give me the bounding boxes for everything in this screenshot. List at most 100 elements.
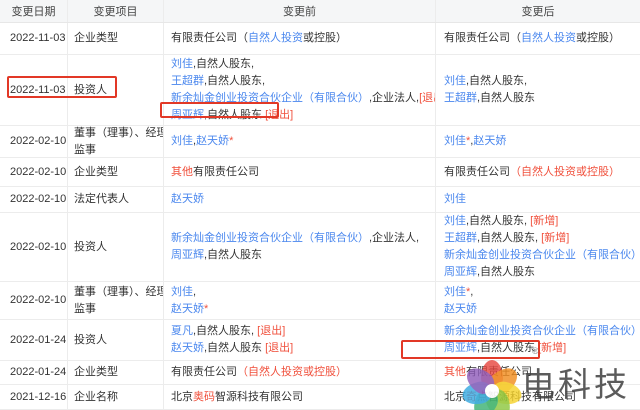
entity-link[interactable]: 赵天娇 (444, 303, 477, 315)
text-segment: ,自然人股东 (477, 266, 536, 278)
change-tag: [新增] (530, 215, 559, 227)
entity-link[interactable]: 新余灿金创业投资合伙企业（有限合伙） (171, 92, 369, 104)
entity-link[interactable]: 新余灿金创业投资合伙企业（有限合伙） (444, 325, 640, 337)
after-change-cell: 刘佳*,赵天娇 (435, 282, 640, 319)
text-segment: ,自然人股东, (466, 215, 531, 227)
change-tag: [退出] (419, 92, 435, 104)
text-segment: ,自然人股东, (193, 325, 258, 337)
entity-link[interactable]: 赵天娇 (196, 135, 229, 147)
text-segment: 或控股） (576, 32, 620, 44)
change-item-cell: 投资人 (67, 213, 163, 281)
change-date-cell: 2022-02-10 (10, 240, 67, 253)
after-change-cell: 有限责任公司（自然人投资或控股） (435, 23, 640, 54)
text-segment: 有限责任公司 (171, 366, 237, 378)
text-segment: ,自然人股东, (193, 58, 255, 70)
entity-link[interactable]: 周亚辉 (444, 266, 477, 278)
change-item-cell: 企业名称 (67, 385, 163, 409)
change-date-cell: 2021-12-16 (10, 390, 67, 403)
table-header-row: 变更日期 变更项目 变更前 变更后 (0, 0, 640, 23)
change-item-cell: 投资人 (67, 55, 163, 125)
watermark-center (485, 384, 499, 398)
change-date-cell: 2022-02-10 (10, 165, 67, 178)
column-header: 变更项目 (67, 0, 163, 22)
table-row: 2022-02-10董事（理事）、经理、监事刘佳,赵天娇*刘佳*,赵天娇 (0, 126, 640, 158)
change-date-cell: 2022-01-24 (10, 333, 67, 346)
entity-link[interactable]: 刘佳 (444, 286, 466, 298)
entity-link[interactable]: 周亚辉 (171, 109, 204, 121)
entity-link[interactable]: 新余灿金创业投资合伙企业（有限合伙） (444, 249, 640, 261)
after-change-cell: 刘佳*,赵天娇 (435, 126, 640, 157)
entity-link[interactable]: 自然人投资 (248, 32, 303, 44)
change-date-cell: 2022-11-03 (10, 32, 66, 44)
text-segment: 智源科技有限公司 (215, 390, 303, 403)
text-segment: ,企业法人, (369, 92, 420, 104)
after-change-cell: 刘佳,自然人股东, [新增] 王超群,自然人股东, [新增] 新余灿金创业投资合伙企… (435, 213, 640, 281)
text-segment: ,自然人股东, (477, 232, 542, 244)
text-segment: 有限责任公司 (444, 165, 510, 178)
text-segment: ,自然人股东 (477, 342, 539, 354)
change-tag: * (204, 302, 209, 315)
entity-link[interactable]: 周亚辉 (171, 249, 204, 261)
text-segment: ,自然人股东 (204, 249, 263, 261)
registered-trademark-icon: ® (532, 346, 539, 356)
table-row: 2022-01-24 投资人 夏凡,自然人股东, [退出] 赵天娇,自然人股东 [退出… (0, 320, 640, 361)
entity-link[interactable]: 刘佳 (444, 193, 466, 205)
change-date-cell: 2022-02-10 (10, 193, 67, 205)
entity-link[interactable]: 刘佳 (444, 135, 466, 147)
change-item-cell: 董事（理事）、经理、监事 (67, 126, 163, 157)
watermark-brand-text: 电科技 (522, 366, 630, 403)
change-date-cell: 2022-11-03 (10, 83, 66, 96)
column-header: 变更日期 (11, 6, 56, 18)
entity-link[interactable]: 王超群 (444, 92, 477, 104)
before-change-cell: 赵天娇 (163, 187, 435, 212)
text-segment: ,企业法人, (369, 232, 420, 244)
table-row: 2022-02-10 企业类型 其他有限责任公司 有限责任公司（自然人投资或控股） (0, 158, 640, 187)
text-segment: ,自然人股东, (204, 75, 266, 87)
table-row: 2022-02-10 法定代表人 赵天娇 刘佳 (0, 187, 640, 213)
change-date-cell: 2022-01-24 (10, 366, 67, 378)
after-change-cell: 刘佳 (435, 187, 640, 212)
entity-link[interactable]: 刘佳 (171, 58, 193, 70)
change-item-cell: 董事（理事）、经理、监事 (67, 282, 163, 319)
text-segment: , (193, 285, 197, 298)
text-segment: ,自然人股东, (466, 75, 528, 87)
after-change-cell: 有限责任公司（自然人投资或控股） (435, 158, 640, 186)
entity-link[interactable]: 自然人投资 (521, 32, 576, 44)
before-change-cell: 有限责任公司（自然人投资或控股） (163, 361, 435, 384)
entity-link[interactable]: 赵天娇 (171, 303, 204, 315)
before-change-cell: 有限责任公司（自然人投资或控股） (163, 23, 435, 54)
after-change-cell: 刘佳,自然人股东, 王超群,自然人股东 (435, 55, 640, 125)
change-tag: 其他 (171, 165, 193, 178)
entity-link[interactable]: 赵天娇 (473, 135, 506, 147)
change-tag: （自然人投资或控股） (510, 165, 620, 178)
entity-link[interactable]: 王超群 (444, 232, 477, 244)
text-segment: , (470, 285, 474, 298)
entity-link[interactable]: 刘佳 (444, 215, 466, 227)
entity-link[interactable]: 刘佳 (171, 135, 193, 147)
text-segment: 或控股） (303, 32, 347, 44)
entity-link[interactable]: 刘佳 (171, 286, 193, 298)
entity-link[interactable]: 新余灿金创业投资合伙企业（有限合伙） (171, 232, 369, 244)
text-segment: 有限责任公司 (193, 165, 259, 178)
text-segment: 北京 (171, 390, 193, 403)
entity-link[interactable]: 刘佳 (444, 75, 466, 87)
change-tag: [退出] (265, 342, 294, 354)
before-change-cell: 夏凡,自然人股东, [退出] 赵天娇,自然人股东 [退出] (163, 320, 435, 360)
entity-link[interactable]: 赵天娇 (171, 193, 204, 205)
before-change-cell: 其他有限责任公司 (163, 158, 435, 186)
change-item-cell: 企业类型 (67, 361, 163, 384)
change-item-cell: 企业类型 (67, 23, 163, 54)
change-date-cell: 2022-02-10 (10, 135, 67, 147)
change-item-cell: 法定代表人 (67, 187, 163, 212)
entity-link[interactable]: 夏凡 (171, 325, 193, 337)
column-header: 变更后 (435, 0, 640, 22)
text-segment: 有限责任公司（ (171, 32, 248, 44)
entity-link[interactable]: 周亚辉 (444, 342, 477, 354)
watermark: ® 电科技 (456, 346, 640, 410)
table-row: 2022-11-03 企业类型 有限责任公司（自然人投资或控股） 有限责任公司（自然人… (0, 23, 640, 55)
entity-link[interactable]: 王超群 (171, 75, 204, 87)
change-tag: [退出] (265, 109, 294, 121)
entity-link[interactable]: 赵天娇 (171, 342, 204, 354)
change-item-cell: 企业类型 (67, 158, 163, 186)
watermark-pinwheel-icon (459, 358, 525, 410)
